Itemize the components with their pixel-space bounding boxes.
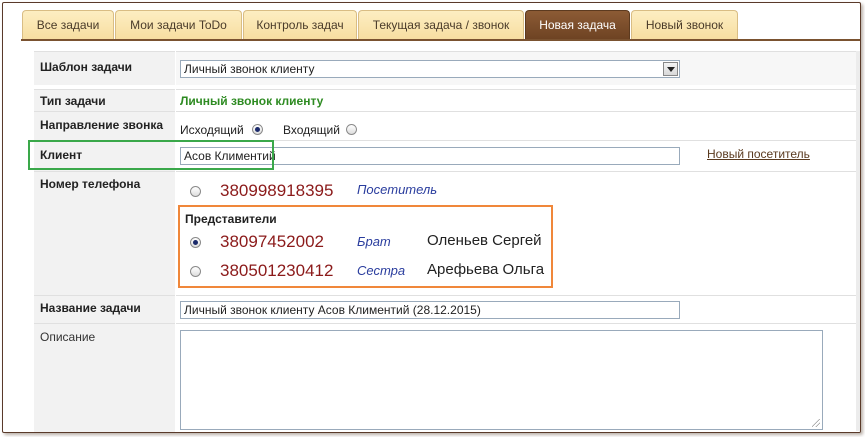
representatives-title: Представители xyxy=(185,212,277,226)
resize-handle-icon[interactable] xyxy=(812,419,820,427)
tab-task-control[interactable]: Контроль задач xyxy=(243,10,357,39)
task-name-input[interactable]: Личный звонок клиенту Асов Климентий (28… xyxy=(180,301,680,319)
rep-1-relation: Брат xyxy=(357,234,391,249)
client-value-cell: Асов Климентий Новый посетитель xyxy=(176,140,860,171)
app-frame: Все задачи Мои задачи ToDo Контроль зада… xyxy=(2,2,861,433)
client-highlight xyxy=(28,140,274,170)
tab-new-task[interactable]: Новая задача xyxy=(525,10,630,39)
tab-all-tasks[interactable]: Все задачи xyxy=(22,10,114,39)
task-type-value: Личный звонок клиенту xyxy=(180,94,324,108)
task-type-label: Тип задачи xyxy=(40,94,106,108)
tab-new-call[interactable]: Новый звонок xyxy=(631,10,738,39)
representatives-box: Представители 38097452002 Брат Оленьев С… xyxy=(178,205,553,288)
template-label-cell: Шаблон задачи xyxy=(34,51,175,85)
rep-1-phone: 38097452002 xyxy=(220,232,325,251)
description-label: Описание xyxy=(40,330,96,344)
tab-underline xyxy=(21,39,860,41)
phone-label-cell: Номер телефона xyxy=(34,171,175,295)
task-name-label-cell: Название задачи xyxy=(34,295,175,323)
template-value-cell: Личный звонок клиенту xyxy=(176,51,860,85)
scrollbar[interactable] xyxy=(856,51,860,431)
task-name-value-cell: Личный звонок клиенту Асов Климентий (28… xyxy=(176,295,860,323)
template-select[interactable]: Личный звонок клиенту xyxy=(180,60,680,78)
chevron-down-icon[interactable] xyxy=(663,62,678,76)
template-label: Шаблон задачи xyxy=(40,60,133,74)
rep-2-relation: Сестра xyxy=(357,263,406,278)
outgoing-label: Исходящий xyxy=(180,123,244,137)
outgoing-radio[interactable] xyxy=(252,124,263,135)
rep-1-radio[interactable] xyxy=(190,237,201,248)
phone-value-cell: 380998918395 Посетитель Представители 38… xyxy=(176,171,860,295)
description-label-cell: Описание xyxy=(34,323,175,432)
own-phone-radio[interactable] xyxy=(190,186,201,197)
description-value-cell xyxy=(176,323,860,432)
tab-my-tasks[interactable]: Мои задачи ToDo xyxy=(115,10,242,39)
direction-value-cell: Исходящий Входящий xyxy=(176,111,860,140)
rep-2-radio[interactable] xyxy=(190,266,201,277)
direction-label-cell: Направление звонка xyxy=(34,111,175,140)
template-select-value: Личный звонок клиенту xyxy=(184,62,315,76)
incoming-radio[interactable] xyxy=(346,124,357,135)
new-visitor-link[interactable]: Новый посетитель xyxy=(707,147,810,161)
rep-2-phone: 380501230412 xyxy=(220,261,334,280)
rep-2-name: Арефьева Ольга xyxy=(427,261,545,278)
task-name-label: Название задачи xyxy=(40,301,141,315)
new-task-form: Шаблон задачи Личный звонок клиенту Тип … xyxy=(28,51,860,432)
task-type-label-cell: Тип задачи xyxy=(34,89,175,111)
phone-label: Номер телефона xyxy=(40,177,141,191)
own-phone-number: 380998918395 xyxy=(220,181,334,200)
rep-1-name: Оленьев Сергей xyxy=(427,232,542,249)
tab-current-task[interactable]: Текущая задача / звонок xyxy=(358,10,524,39)
description-textarea[interactable] xyxy=(180,330,823,430)
incoming-label: Входящий xyxy=(283,123,340,137)
task-type-value-cell: Личный звонок клиенту xyxy=(176,89,860,111)
own-phone-relation: Посетитель xyxy=(357,182,438,197)
direction-label: Направление звонка xyxy=(40,118,164,132)
